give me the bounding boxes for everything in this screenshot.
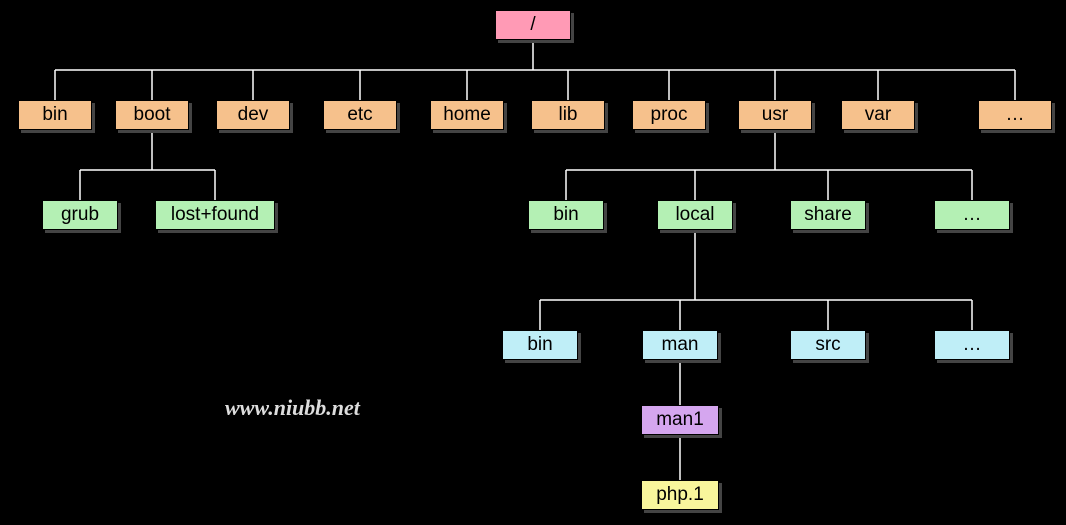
- connector-lines: [0, 0, 1066, 525]
- node-local-man: man: [642, 330, 718, 360]
- node-bin: bin: [18, 100, 92, 130]
- node-home: home: [430, 100, 504, 130]
- watermark: www.niubb.net: [225, 395, 360, 421]
- node-proc: proc: [632, 100, 706, 130]
- node-php1: php.1: [641, 480, 719, 510]
- node-l1-more: …: [978, 100, 1052, 130]
- node-usr-bin: bin: [528, 200, 604, 230]
- node-local-bin: bin: [502, 330, 578, 360]
- node-root: /: [495, 10, 571, 40]
- node-local-src: src: [790, 330, 866, 360]
- node-grub: grub: [42, 200, 118, 230]
- node-lostfound: lost+found: [155, 200, 275, 230]
- node-usr-local: local: [657, 200, 733, 230]
- node-dev: dev: [216, 100, 290, 130]
- node-boot: boot: [115, 100, 189, 130]
- node-etc: etc: [323, 100, 397, 130]
- node-local-more: …: [934, 330, 1010, 360]
- node-usr-share: share: [790, 200, 866, 230]
- node-usr-more: …: [934, 200, 1010, 230]
- node-usr: usr: [738, 100, 812, 130]
- node-lib: lib: [531, 100, 605, 130]
- node-var: var: [841, 100, 915, 130]
- node-man1: man1: [641, 405, 719, 435]
